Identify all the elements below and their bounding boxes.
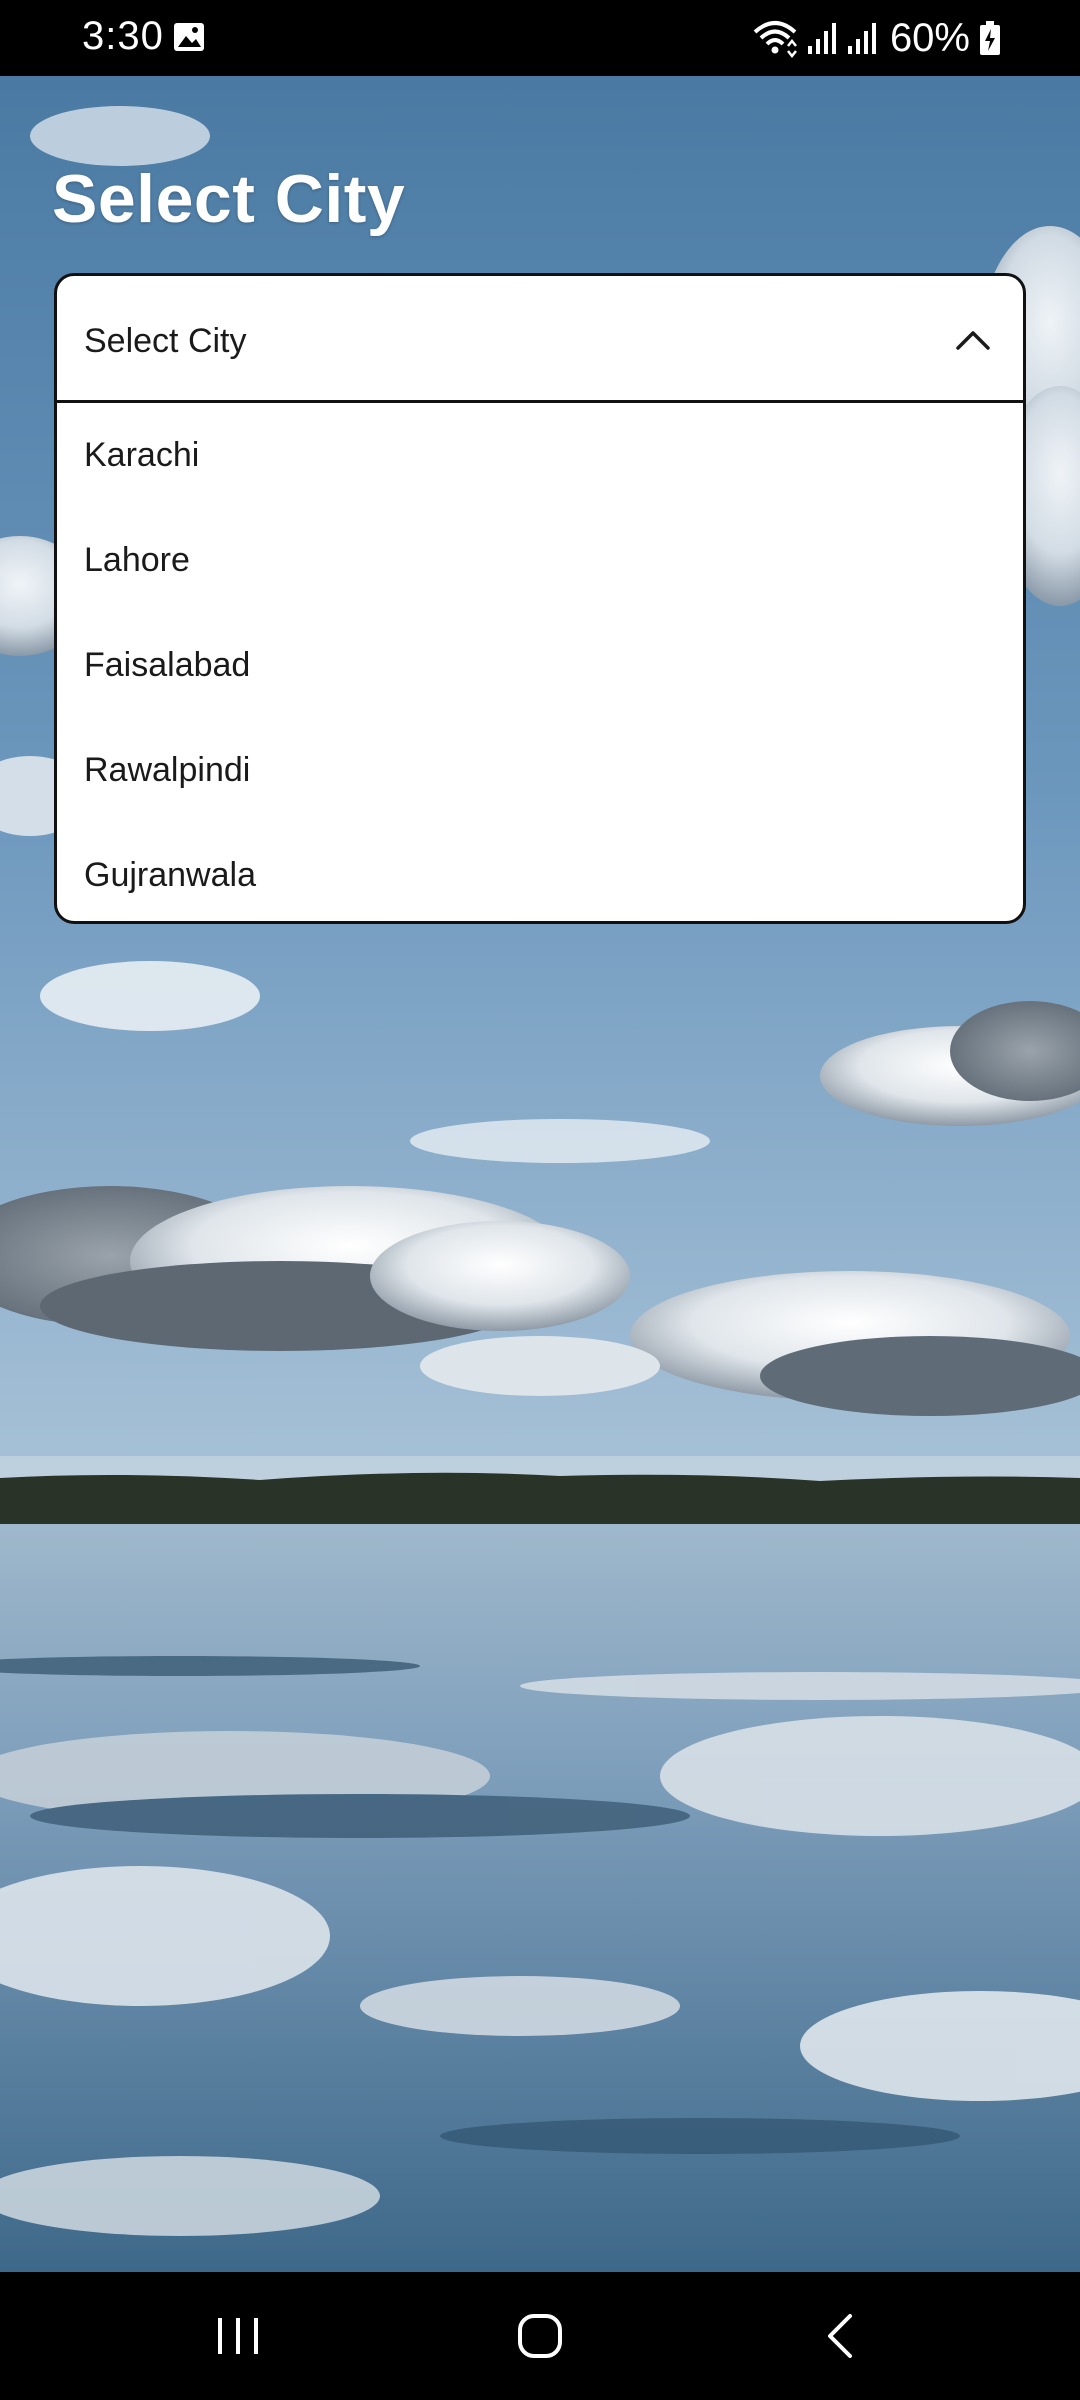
recent-apps-icon[interactable] bbox=[208, 2306, 268, 2366]
signal-icon bbox=[807, 23, 836, 54]
option-label: Rawalpindi bbox=[84, 751, 251, 789]
battery-percent: 60% bbox=[889, 15, 970, 60]
status-bar: 3:30 60% bbox=[0, 0, 1080, 76]
back-icon[interactable] bbox=[812, 2306, 872, 2366]
wifi-icon bbox=[753, 21, 797, 58]
option-label: Gujranwala bbox=[84, 856, 256, 894]
signal-icon bbox=[847, 23, 876, 54]
chevron-up-icon[interactable] bbox=[953, 320, 993, 360]
option-label: Karachi bbox=[84, 436, 200, 474]
dropdown-option-lahore[interactable]: Lahore bbox=[57, 508, 1023, 613]
page-title: Select City bbox=[52, 161, 406, 237]
home-icon[interactable] bbox=[510, 2306, 570, 2366]
option-label: Faisalabad bbox=[84, 646, 251, 684]
dropdown-option-gujranwala[interactable]: Gujranwala bbox=[57, 823, 1023, 921]
status-time: 3:30 bbox=[82, 14, 164, 58]
dropdown-option-faisalabad[interactable]: Faisalabad bbox=[57, 613, 1023, 718]
navigation-bar bbox=[0, 2272, 1080, 2400]
dropdown-option-karachi[interactable]: Karachi bbox=[57, 403, 1023, 508]
battery-charging-icon bbox=[980, 21, 1000, 55]
city-dropdown[interactable]: Select City Karachi Lahore Faisalabad Ra… bbox=[54, 273, 1026, 924]
status-icons: 60% bbox=[752, 14, 1002, 62]
city-dropdown-header[interactable]: Select City bbox=[57, 276, 1023, 403]
dropdown-option-rawalpindi[interactable]: Rawalpindi bbox=[57, 718, 1023, 823]
option-label: Lahore bbox=[84, 541, 190, 579]
gallery-icon bbox=[174, 23, 204, 51]
city-dropdown-label: Select City bbox=[84, 322, 247, 360]
